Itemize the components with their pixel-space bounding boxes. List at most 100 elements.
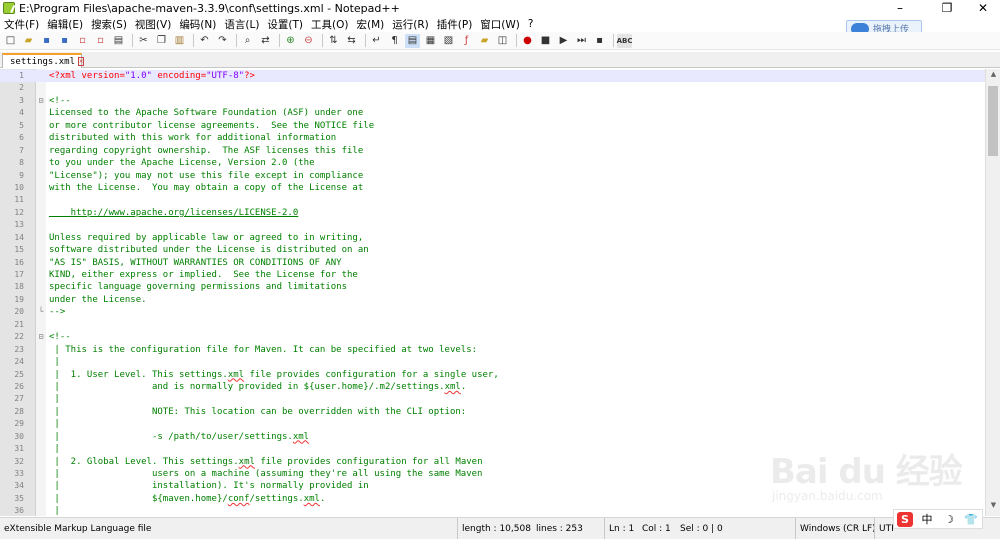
monitor-icon[interactable]: ◫ [495, 34, 510, 48]
code-line[interactable]: 10 with the License. You may obtain a cop… [0, 182, 985, 194]
show-all-chars-icon[interactable]: ¶ [387, 34, 402, 48]
menu-item-12[interactable]: ? [524, 18, 538, 30]
code-line[interactable]: 5 or more contributor license agreements.… [0, 120, 985, 132]
menu-item-4[interactable]: 编码(N) [175, 17, 220, 32]
zoom-in-icon[interactable]: ⊕ [283, 34, 298, 48]
word-wrap-icon[interactable]: ↵ [369, 34, 384, 48]
code-line[interactable]: 23 | This is the configuration file for … [0, 344, 985, 356]
code-line[interactable]: 12 http://www.apache.org/licenses/LICENS… [0, 207, 985, 219]
code-line[interactable]: 22 ⊟ <!-- [0, 331, 985, 343]
fold-marker-icon[interactable]: ⊟ [37, 95, 45, 107]
tab-settings-xml[interactable]: settings.xml ✕ [2, 53, 85, 68]
minimize-button[interactable]: – [880, 0, 920, 16]
doc-map-icon[interactable]: ▧ [441, 34, 456, 48]
code-line[interactable]: 2 [0, 82, 985, 94]
line-number: 4 [19, 108, 24, 118]
menu-item-8[interactable]: 宏(M) [353, 17, 389, 32]
close-file-icon[interactable]: ▫ [75, 34, 90, 48]
menu-item-9[interactable]: 运行(R) [388, 17, 433, 32]
line-text: "License"); you may not use this file ex… [49, 170, 364, 181]
open-file-icon[interactable]: ▰ [21, 34, 36, 48]
menu-item-10[interactable]: 插件(P) [433, 17, 477, 32]
vertical-scrollbar[interactable]: ▲ ▼ [985, 69, 1000, 516]
line-text: | [49, 506, 60, 516]
spellcheck-icon[interactable]: ABC [617, 33, 632, 48]
code-line[interactable]: 15 software distributed under the License… [0, 244, 985, 256]
code-line[interactable]: 28 | NOTE: This location can be overridd… [0, 406, 985, 418]
code-line[interactable]: 25 | 1. User Level. This settings.xml fi… [0, 369, 985, 381]
new-file-icon[interactable]: □ [3, 34, 18, 48]
code-line[interactable]: 30 | -s /path/to/user/settings.xml [0, 431, 985, 443]
status-sel: Sel : 0 | 0 [680, 524, 723, 534]
menu-item-3[interactable]: 视图(V) [131, 17, 175, 32]
folder-as-workspace-icon[interactable]: ▰ [477, 34, 492, 48]
sync-horizontal-icon[interactable]: ⇆ [344, 34, 359, 48]
undo-icon[interactable]: ↶ [197, 34, 212, 48]
tab-close-icon[interactable]: ✕ [78, 57, 85, 66]
menu-item-0[interactable]: 文件(F) [0, 17, 43, 32]
replace-icon[interactable]: ⇄ [258, 34, 273, 48]
toolbar-separator [613, 34, 614, 47]
scroll-down-icon[interactable]: ▼ [986, 501, 1000, 515]
indent-guide-icon[interactable]: ▤ [405, 33, 420, 48]
menu-item-11[interactable]: 窗口(W) [476, 17, 524, 32]
stop-macro-icon[interactable]: ■ [538, 34, 553, 48]
save-macro-icon[interactable]: ▪ [592, 34, 607, 48]
code-line[interactable]: 13 [0, 219, 985, 231]
ime-skin-icon[interactable]: 👕 [960, 510, 982, 528]
print-icon[interactable]: ▤ [111, 34, 126, 48]
zoom-out-icon[interactable]: ⊖ [301, 34, 316, 48]
code-line[interactable]: 9 "License"); you may not use this file e… [0, 170, 985, 182]
redo-icon[interactable]: ↷ [215, 34, 230, 48]
play-macro-icon[interactable]: ▶ [556, 34, 571, 48]
sogou-ime-icon[interactable]: S [897, 511, 913, 527]
record-macro-icon[interactable]: ● [520, 34, 535, 48]
code-line[interactable]: 24 | [0, 356, 985, 368]
menu-item-7[interactable]: 工具(O) [307, 17, 352, 32]
code-line[interactable]: 6 distributed with this work for addition… [0, 132, 985, 144]
line-text: <?xml version="1.0" encoding="UTF-8"?> [49, 71, 255, 81]
fold-marker-icon[interactable]: ⊟ [37, 331, 45, 343]
run-macro-multiple-icon[interactable]: ⏭ [574, 34, 589, 48]
menu-item-2[interactable]: 搜索(S) [87, 17, 131, 32]
save-all-icon[interactable]: ▪ [57, 34, 72, 48]
code-line[interactable]: 18 specific language governing permission… [0, 281, 985, 293]
find-icon[interactable]: ⌕ [240, 34, 255, 48]
code-line[interactable]: 17 KIND, either express or implied. See t… [0, 269, 985, 281]
status-eol[interactable]: Windows (CR LF) [795, 518, 876, 539]
scroll-up-icon[interactable]: ▲ [986, 70, 1000, 84]
function-list-icon[interactable]: ƒ [459, 34, 474, 48]
menu-item-6[interactable]: 设置(T) [263, 17, 307, 32]
ime-moon-icon[interactable]: ☽ [938, 510, 960, 528]
code-line[interactable]: 26 | and is normally provided in ${user.… [0, 381, 985, 393]
code-line[interactable]: 8 to you under the Apache License, Versio… [0, 157, 985, 169]
scrollbar-thumb[interactable] [988, 86, 998, 156]
close-button[interactable]: ✕ [963, 0, 1000, 16]
code-line[interactable]: 20 └ --> [0, 306, 985, 318]
maximize-button[interactable]: ❐ [927, 0, 967, 16]
code-line[interactable]: 21 [0, 319, 985, 331]
paste-icon[interactable]: ▥ [172, 34, 187, 48]
code-line[interactable]: 1 <?xml version="1.0" encoding="UTF-8"?> [0, 70, 985, 83]
close-all-icon[interactable]: ▫ [93, 34, 108, 48]
sync-vertical-icon[interactable]: ⇅ [326, 34, 341, 48]
menu-item-1[interactable]: 编辑(E) [43, 17, 87, 32]
watermark-main: Bai du 经验 [770, 452, 963, 492]
menu-item-5[interactable]: 语言(L) [220, 17, 263, 32]
save-icon[interactable]: ▪ [39, 34, 54, 48]
code-line[interactable]: 4 Licensed to the Apache Software Foundat… [0, 107, 985, 119]
code-line[interactable]: 11 [0, 194, 985, 206]
code-line[interactable]: 3 ⊟ <!-- [0, 95, 985, 107]
code-line[interactable]: 27 | [0, 393, 985, 405]
toolbar-separator [322, 34, 323, 47]
code-line[interactable]: 19 under the License. [0, 294, 985, 306]
code-line[interactable]: 7 regarding copyright ownership. The ASF … [0, 145, 985, 157]
code-line[interactable]: 29 | [0, 418, 985, 430]
udl-icon[interactable]: ▦ [423, 34, 438, 48]
copy-icon[interactable]: ❐ [154, 34, 169, 48]
code-line[interactable]: 16 "AS IS" BASIS, WITHOUT WARRANTIES OR C… [0, 257, 985, 269]
fold-marker-icon[interactable]: └ [37, 306, 45, 318]
ime-language-toggle[interactable]: 中 [916, 510, 938, 528]
code-line[interactable]: 14 Unless required by applicable law or a… [0, 232, 985, 244]
cut-icon[interactable]: ✂ [136, 34, 151, 48]
